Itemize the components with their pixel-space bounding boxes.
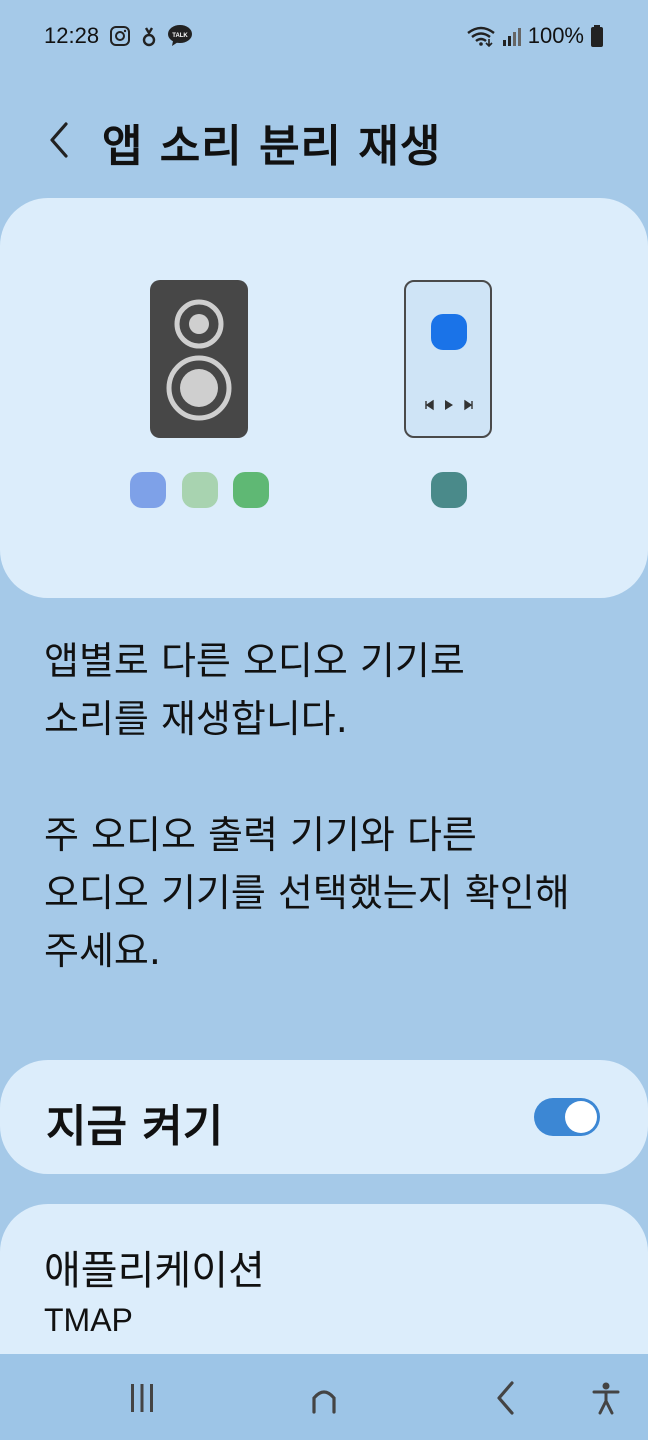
description-line-5: 주세요.	[44, 929, 161, 973]
status-time: 12:28	[44, 23, 100, 48]
battery-percent: 100%	[527, 23, 584, 48]
chevron-left-icon	[50, 122, 68, 158]
wifi-icon	[466, 26, 495, 47]
description-line-1: 앱별로 다른 오디오 기기로	[44, 639, 465, 683]
turn-on-now-row[interactable]: 지금 켜기	[0, 1060, 648, 1174]
speaker-app-dot-3	[233, 472, 269, 508]
media-controls-icon	[425, 399, 473, 411]
accessibility-icon	[592, 1382, 620, 1415]
phone-illustration	[404, 280, 492, 438]
application-title: 애플리케이션	[44, 1248, 265, 1294]
page-title: 앱 소리 분리 재생	[102, 121, 442, 172]
speaker-illustration	[150, 280, 248, 438]
turn-on-now-label: 지금 켜기	[46, 1101, 224, 1152]
speaker-app-dot-1	[130, 472, 166, 508]
turn-on-now-switch[interactable]	[534, 1098, 600, 1136]
navigation-bar	[0, 1354, 648, 1440]
description-line-3: 주 오디오 출력 기기와 다른	[44, 813, 477, 857]
application-value: TMAP	[44, 1302, 133, 1338]
phone-app-dot	[431, 472, 467, 508]
signal-icon	[502, 28, 521, 46]
accessibility-button[interactable]	[584, 1376, 628, 1420]
phone-app-icon	[431, 314, 467, 350]
app-icon	[142, 27, 156, 47]
illustration-card	[0, 198, 648, 598]
description: 앱별로 다른 오디오 기기로 소리를 재생합니다. 주 오디오 출력 기기와 다…	[44, 632, 624, 980]
description-line-2: 소리를 재생합니다.	[44, 697, 348, 741]
switch-knob	[565, 1101, 597, 1133]
header: 앱 소리 분리 재생	[0, 104, 648, 176]
svg-text:TALK: TALK	[172, 33, 188, 39]
back-nav-button[interactable]	[484, 1376, 528, 1420]
back-button[interactable]	[38, 116, 78, 164]
status-bar: 12:28 TALK 100%	[0, 0, 648, 72]
kakaotalk-icon: TALK	[168, 25, 193, 46]
back-icon	[497, 1381, 514, 1415]
description-line-4: 오디오 기기를 선택했는지 확인해	[44, 871, 570, 915]
instagram-icon	[110, 26, 131, 46]
speaker-app-dot-2	[182, 472, 218, 508]
battery-icon	[591, 25, 603, 47]
home-icon	[312, 1390, 336, 1414]
recents-button[interactable]	[120, 1376, 164, 1420]
home-button[interactable]	[302, 1376, 346, 1420]
recents-icon	[131, 1384, 153, 1412]
